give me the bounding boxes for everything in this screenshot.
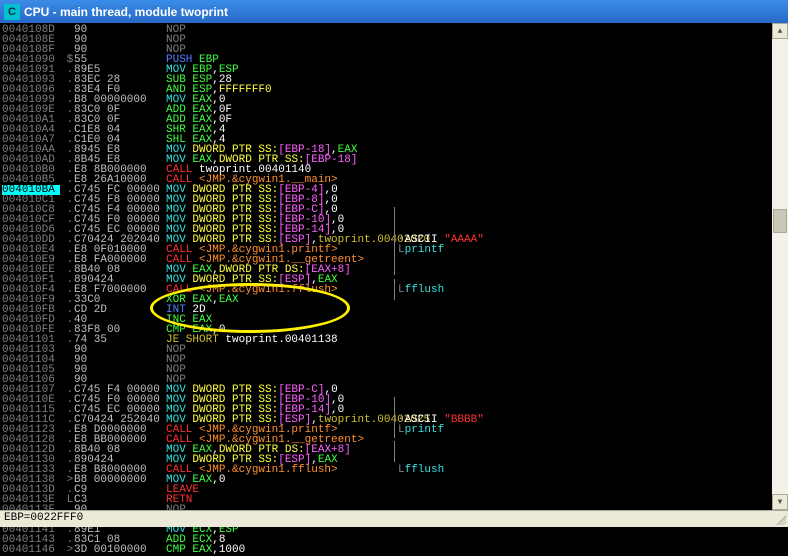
- disasm-row[interactable]: 00401138 > B8 00000000MOV EAX,0: [2, 475, 772, 485]
- hex-bytes: 74 35: [74, 335, 166, 345]
- disasm-row[interactable]: 00401103 90NOP: [2, 345, 772, 355]
- comment: Lfflush: [398, 465, 444, 475]
- scrollbar-track[interactable]: [772, 39, 788, 494]
- mnemonic: CMP EAX,1000: [166, 545, 245, 555]
- hex-bytes: 90: [74, 25, 166, 35]
- disasm-row[interactable]: 00401104 90NOP: [2, 355, 772, 365]
- bracket-line: [394, 441, 395, 462]
- comment: Lprintf: [398, 245, 444, 255]
- window-title: CPU - main thread, module twoprint: [24, 5, 228, 19]
- hex-bytes: 90: [74, 345, 166, 355]
- disasm-row[interactable]: 004010FE . 83F8 00CMP EAX,0: [2, 325, 772, 335]
- hex-bytes: 90: [74, 365, 166, 375]
- disasm-row[interactable]: 004010EE . 8B40 08MOV EAX,DWORD PTR DS:[…: [2, 265, 772, 275]
- statusbar: EBP=0022FFF0: [0, 510, 788, 527]
- resize-grip[interactable]: [774, 513, 786, 525]
- hex-bytes: 90: [74, 355, 166, 365]
- address: 00401146: [2, 545, 60, 555]
- vertical-scrollbar[interactable]: ▲ ▼: [772, 23, 788, 510]
- hex-bytes: 3D 00100000: [74, 545, 166, 555]
- scroll-up-button[interactable]: ▲: [772, 23, 788, 39]
- disasm-row[interactable]: 00401090 $ 55PUSH EBP: [2, 55, 772, 65]
- app-icon: C: [4, 4, 20, 20]
- disasm-row[interactable]: 0040108F 90NOP: [2, 45, 772, 55]
- scroll-down-button[interactable]: ▼: [772, 494, 788, 510]
- disasm-row[interactable]: 00401146 > 3D 00100000CMP EAX,1000: [2, 545, 772, 555]
- content-area: 0040108D 90NOP0040108E 90NOP0040108F 90N…: [0, 23, 788, 510]
- disasm-row[interactable]: 00401105 90NOP: [2, 365, 772, 375]
- status-text: EBP=0022FFF0: [4, 512, 83, 524]
- scrollbar-thumb[interactable]: [773, 209, 787, 233]
- titlebar[interactable]: C CPU - main thread, module twoprint: [0, 0, 788, 23]
- disasm-row[interactable]: 004010F9 . 33C0XOR EAX,EAX: [2, 295, 772, 305]
- disasm-row[interactable]: 0040112D . 8B40 08MOV EAX,DWORD PTR DS:[…: [2, 445, 772, 455]
- disasm-row[interactable]: 0040113D . C9LEAVE: [2, 485, 772, 495]
- disasm-row[interactable]: 004010F4 . E8 F7000000CALL <JMP.&cygwin1…: [2, 285, 772, 295]
- disasm-row[interactable]: 0040113E L C3RETN: [2, 495, 772, 505]
- hex-bytes: C9: [74, 485, 166, 495]
- disasm-row[interactable]: 0040108E 90NOP: [2, 35, 772, 45]
- mnemonic: JE SHORT twoprint.00401138: [166, 335, 338, 345]
- bracket-line: [394, 207, 395, 275]
- hex-bytes: CD 2D: [74, 305, 166, 315]
- disasm-row[interactable]: 004010FB . CD 2DINT 2D: [2, 305, 772, 315]
- comment: Lprintf: [398, 425, 444, 435]
- disasm-row[interactable]: 00401143 . 83C1 08ADD ECX,8: [2, 535, 772, 545]
- comment: Lfflush: [398, 285, 444, 295]
- disasm-row[interactable]: 0040108D 90NOP: [2, 25, 772, 35]
- hex-bytes: 83C1 08: [74, 535, 166, 545]
- bracket-line: [394, 279, 395, 300]
- bracket-line: [394, 397, 395, 438]
- hex-bytes: C3: [74, 495, 166, 505]
- hex-bytes: 90: [74, 45, 166, 55]
- hex-bytes: B8 00000000: [74, 475, 166, 485]
- address: 00401143: [2, 535, 60, 545]
- hex-bytes: 90: [74, 35, 166, 45]
- disassembly-panel[interactable]: 0040108D 90NOP0040108E 90NOP0040108F 90N…: [0, 23, 772, 510]
- disasm-row[interactable]: 00401101 . 74 35JE SHORT twoprint.004011…: [2, 335, 772, 345]
